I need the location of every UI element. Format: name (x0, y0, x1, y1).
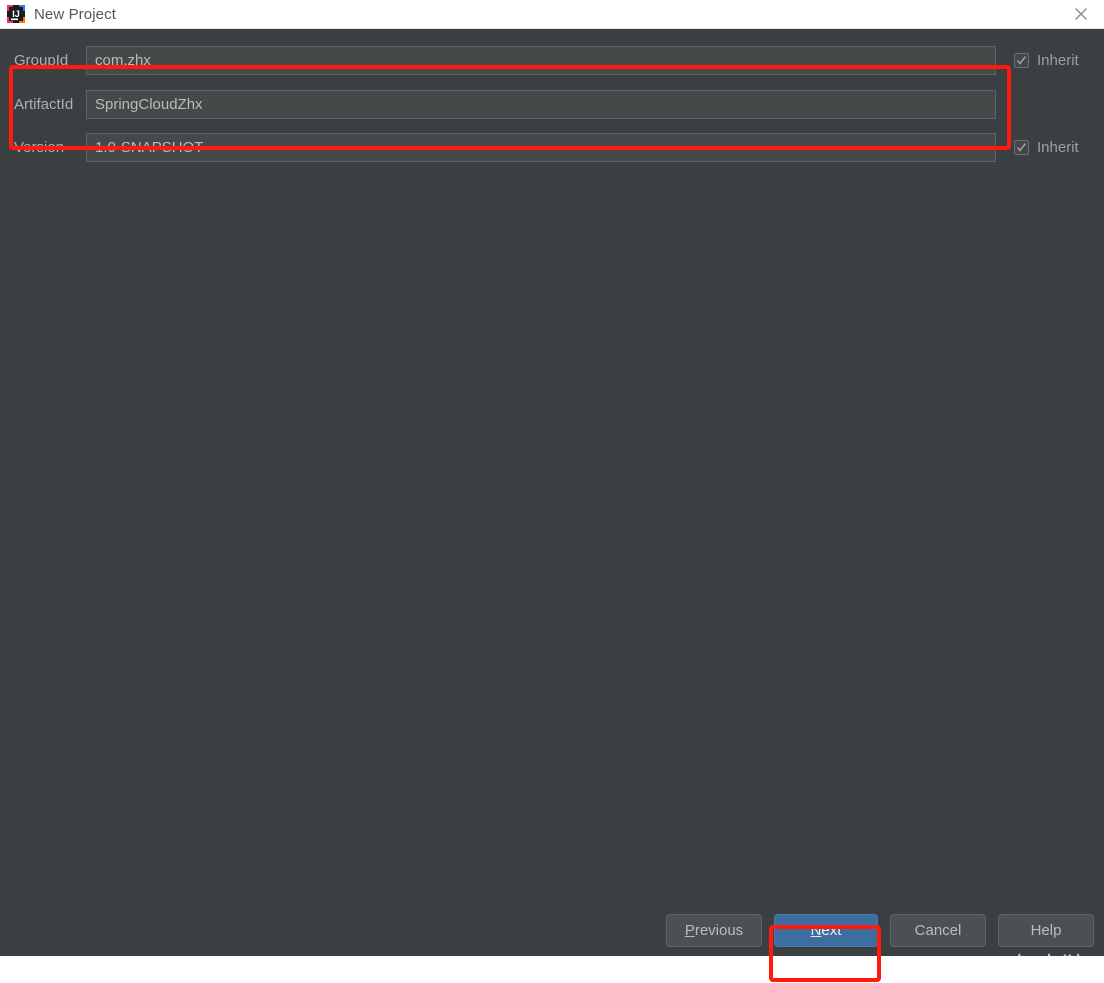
groupid-inherit-label: Inherit (1037, 51, 1079, 69)
dialog-button-bar: Previous Next Cancel Help (666, 914, 1094, 947)
groupid-input[interactable] (86, 45, 996, 75)
svg-text:IJ: IJ (12, 9, 20, 19)
next-button[interactable]: Next (774, 914, 878, 947)
version-inherit-group[interactable]: Inherit (1014, 139, 1079, 156)
version-inherit-checkbox[interactable] (1014, 139, 1029, 155)
next-label-rest: ext (821, 922, 842, 939)
dialog-body: GroupId Inherit ArtifactId Vers (0, 29, 1104, 982)
title-bar: IJ New Project (0, 0, 1104, 29)
cancel-button[interactable]: Cancel (890, 914, 986, 947)
form-row-groupid: GroupId Inherit (0, 45, 1104, 75)
groupid-inherit-checkbox[interactable] (1014, 52, 1029, 68)
previous-mnemonic: P (684, 922, 695, 939)
new-project-dialog: IJ New Project GroupId com.zhx Inherit A… (0, 0, 1104, 982)
version-input[interactable] (86, 132, 996, 162)
intellij-idea-icon: IJ (7, 5, 25, 23)
close-icon[interactable] (1058, 0, 1104, 28)
artifactid-label: ArtifactId (14, 95, 74, 113)
groupid-label: GroupId (14, 51, 69, 69)
artifactid-input[interactable] (86, 89, 996, 119)
next-mnemonic: N (810, 922, 822, 939)
groupid-inherit-group[interactable]: Inherit (1014, 52, 1079, 69)
form-row-version: Version Inherit (0, 132, 1104, 162)
version-label: Version (14, 138, 65, 156)
version-inherit-label: Inherit (1037, 138, 1079, 156)
previous-label-rest: revious (694, 922, 744, 939)
window-title: New Project (34, 5, 116, 23)
help-button[interactable]: Help (998, 914, 1094, 947)
previous-button[interactable]: Previous (666, 914, 762, 947)
csdn-watermark: CSDN @灰太狼yds (905, 953, 1104, 981)
form-row-artifactid: ArtifactId (0, 89, 1104, 119)
